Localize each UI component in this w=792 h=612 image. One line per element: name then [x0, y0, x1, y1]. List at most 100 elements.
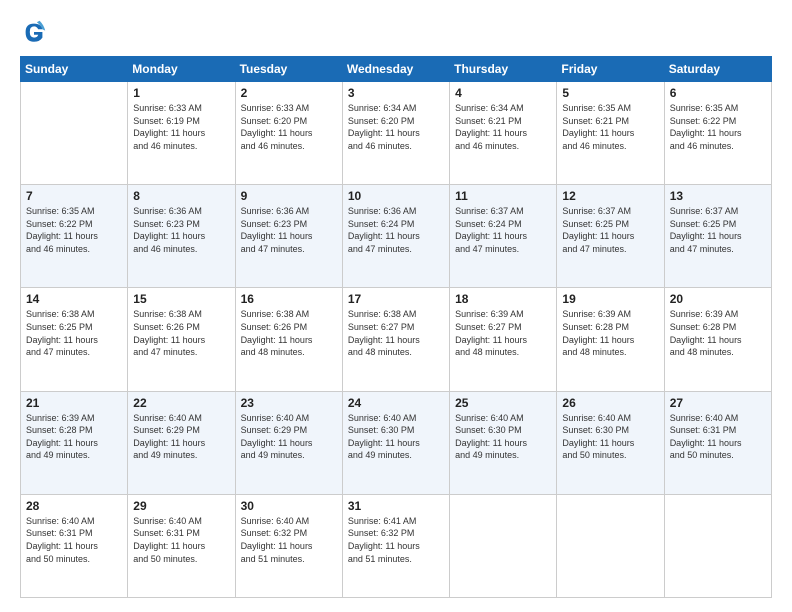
day-number: 21 — [26, 396, 122, 410]
day-number: 24 — [348, 396, 444, 410]
day-number: 10 — [348, 189, 444, 203]
day-number: 1 — [133, 86, 229, 100]
weekday-header-tuesday: Tuesday — [235, 57, 342, 82]
day-number: 25 — [455, 396, 551, 410]
calendar-cell: 30 Sunrise: 6:40 AM Sunset: 6:32 PM Dayli… — [235, 494, 342, 597]
week-row-2: 7Sunrise: 6:35 AM Sunset: 6:22 PM Daylig… — [21, 185, 772, 288]
calendar-cell: 4 Sunrise: 6:34 AM Sunset: 6:21 PM Daylig… — [450, 82, 557, 185]
day-number: 15 — [133, 292, 229, 306]
day-info: Sunrise: 6:38 AM Sunset: 6:27 PM Dayligh… — [348, 308, 444, 358]
weekday-header-sunday: Sunday — [21, 57, 128, 82]
weekday-header-thursday: Thursday — [450, 57, 557, 82]
day-info: Sunrise: 6:40 AM Sunset: 6:32 PM Dayligh… — [241, 515, 337, 565]
day-number: 4 — [455, 86, 551, 100]
calendar-cell: 25 Sunrise: 6:40 AM Sunset: 6:30 PM Dayli… — [450, 391, 557, 494]
day-info: Sunrise: 6:41 AM Sunset: 6:32 PM Dayligh… — [348, 515, 444, 565]
day-number: 9 — [241, 189, 337, 203]
calendar-cell: 18Sunrise: 6:39 AM Sunset: 6:27 PM Dayli… — [450, 288, 557, 391]
calendar-cell: 1Sunrise: 6:33 AM Sunset: 6:19 PM Daylig… — [128, 82, 235, 185]
calendar-cell: 6 Sunrise: 6:35 AM Sunset: 6:22 PM Daylig… — [664, 82, 771, 185]
calendar-cell: 3 Sunrise: 6:34 AM Sunset: 6:20 PM Daylig… — [342, 82, 449, 185]
calendar-cell: 28Sunrise: 6:40 AM Sunset: 6:31 PM Dayli… — [21, 494, 128, 597]
day-number: 30 — [241, 499, 337, 513]
day-info: Sunrise: 6:40 AM Sunset: 6:31 PM Dayligh… — [26, 515, 122, 565]
day-info: Sunrise: 6:36 AM Sunset: 6:23 PM Dayligh… — [133, 205, 229, 255]
day-number: 6 — [670, 86, 766, 100]
calendar-cell: 17 Sunrise: 6:38 AM Sunset: 6:27 PM Dayli… — [342, 288, 449, 391]
day-number: 29 — [133, 499, 229, 513]
calendar-cell: 10 Sunrise: 6:36 AM Sunset: 6:24 PM Dayli… — [342, 185, 449, 288]
calendar-cell: 16 Sunrise: 6:38 AM Sunset: 6:26 PM Dayli… — [235, 288, 342, 391]
day-info: Sunrise: 6:34 AM Sunset: 6:20 PM Dayligh… — [348, 102, 444, 152]
day-info: Sunrise: 6:33 AM Sunset: 6:20 PM Dayligh… — [241, 102, 337, 152]
day-number: 13 — [670, 189, 766, 203]
day-number: 2 — [241, 86, 337, 100]
day-info: Sunrise: 6:40 AM Sunset: 6:31 PM Dayligh… — [133, 515, 229, 565]
day-number: 8 — [133, 189, 229, 203]
day-number: 26 — [562, 396, 658, 410]
day-number: 31 — [348, 499, 444, 513]
day-info: Sunrise: 6:37 AM Sunset: 6:24 PM Dayligh… — [455, 205, 551, 255]
calendar-cell: 22 Sunrise: 6:40 AM Sunset: 6:29 PM Dayli… — [128, 391, 235, 494]
calendar-cell: 31 Sunrise: 6:41 AM Sunset: 6:32 PM Dayli… — [342, 494, 449, 597]
day-number: 7 — [26, 189, 122, 203]
day-number: 16 — [241, 292, 337, 306]
day-info: Sunrise: 6:35 AM Sunset: 6:22 PM Dayligh… — [670, 102, 766, 152]
day-info: Sunrise: 6:40 AM Sunset: 6:29 PM Dayligh… — [133, 412, 229, 462]
day-info: Sunrise: 6:38 AM Sunset: 6:26 PM Dayligh… — [241, 308, 337, 358]
day-info: Sunrise: 6:34 AM Sunset: 6:21 PM Dayligh… — [455, 102, 551, 152]
calendar-cell — [450, 494, 557, 597]
day-number: 27 — [670, 396, 766, 410]
calendar-cell: 14Sunrise: 6:38 AM Sunset: 6:25 PM Dayli… — [21, 288, 128, 391]
calendar-cell: 23Sunrise: 6:40 AM Sunset: 6:29 PM Dayli… — [235, 391, 342, 494]
week-row-4: 21 Sunrise: 6:39 AM Sunset: 6:28 PM Dayli… — [21, 391, 772, 494]
day-number: 17 — [348, 292, 444, 306]
weekday-header-wednesday: Wednesday — [342, 57, 449, 82]
day-number: 12 — [562, 189, 658, 203]
calendar-cell — [557, 494, 664, 597]
day-number: 20 — [670, 292, 766, 306]
day-info: Sunrise: 6:37 AM Sunset: 6:25 PM Dayligh… — [670, 205, 766, 255]
calendar-cell: 11Sunrise: 6:37 AM Sunset: 6:24 PM Dayli… — [450, 185, 557, 288]
logo — [20, 18, 52, 46]
calendar-cell — [664, 494, 771, 597]
calendar-cell: 19 Sunrise: 6:39 AM Sunset: 6:28 PM Dayli… — [557, 288, 664, 391]
day-number: 22 — [133, 396, 229, 410]
day-info: Sunrise: 6:36 AM Sunset: 6:23 PM Dayligh… — [241, 205, 337, 255]
calendar-table: SundayMondayTuesdayWednesdayThursdayFrid… — [20, 56, 772, 598]
day-info: Sunrise: 6:39 AM Sunset: 6:28 PM Dayligh… — [670, 308, 766, 358]
calendar-cell: 15 Sunrise: 6:38 AM Sunset: 6:26 PM Dayli… — [128, 288, 235, 391]
page: SundayMondayTuesdayWednesdayThursdayFrid… — [0, 0, 792, 612]
day-info: Sunrise: 6:39 AM Sunset: 6:27 PM Dayligh… — [455, 308, 551, 358]
calendar-cell: 8 Sunrise: 6:36 AM Sunset: 6:23 PM Daylig… — [128, 185, 235, 288]
day-number: 5 — [562, 86, 658, 100]
calendar-cell: 12Sunrise: 6:37 AM Sunset: 6:25 PM Dayli… — [557, 185, 664, 288]
calendar-cell — [21, 82, 128, 185]
week-row-5: 28Sunrise: 6:40 AM Sunset: 6:31 PM Dayli… — [21, 494, 772, 597]
day-info: Sunrise: 6:36 AM Sunset: 6:24 PM Dayligh… — [348, 205, 444, 255]
logo-icon — [20, 18, 48, 46]
weekday-header-row: SundayMondayTuesdayWednesdayThursdayFrid… — [21, 57, 772, 82]
day-info: Sunrise: 6:39 AM Sunset: 6:28 PM Dayligh… — [26, 412, 122, 462]
day-info: Sunrise: 6:40 AM Sunset: 6:30 PM Dayligh… — [562, 412, 658, 462]
day-info: Sunrise: 6:40 AM Sunset: 6:30 PM Dayligh… — [455, 412, 551, 462]
calendar-cell: 9 Sunrise: 6:36 AM Sunset: 6:23 PM Daylig… — [235, 185, 342, 288]
day-number: 19 — [562, 292, 658, 306]
weekday-header-saturday: Saturday — [664, 57, 771, 82]
calendar-cell: 13 Sunrise: 6:37 AM Sunset: 6:25 PM Dayli… — [664, 185, 771, 288]
weekday-header-monday: Monday — [128, 57, 235, 82]
calendar-cell: 27Sunrise: 6:40 AM Sunset: 6:31 PM Dayli… — [664, 391, 771, 494]
week-row-1: 1Sunrise: 6:33 AM Sunset: 6:19 PM Daylig… — [21, 82, 772, 185]
day-number: 3 — [348, 86, 444, 100]
week-row-3: 14Sunrise: 6:38 AM Sunset: 6:25 PM Dayli… — [21, 288, 772, 391]
header — [20, 18, 772, 46]
calendar-cell: 2 Sunrise: 6:33 AM Sunset: 6:20 PM Daylig… — [235, 82, 342, 185]
calendar-cell: 24Sunrise: 6:40 AM Sunset: 6:30 PM Dayli… — [342, 391, 449, 494]
day-info: Sunrise: 6:38 AM Sunset: 6:26 PM Dayligh… — [133, 308, 229, 358]
day-info: Sunrise: 6:35 AM Sunset: 6:21 PM Dayligh… — [562, 102, 658, 152]
calendar-cell: 7Sunrise: 6:35 AM Sunset: 6:22 PM Daylig… — [21, 185, 128, 288]
day-number: 14 — [26, 292, 122, 306]
day-info: Sunrise: 6:40 AM Sunset: 6:29 PM Dayligh… — [241, 412, 337, 462]
day-info: Sunrise: 6:39 AM Sunset: 6:28 PM Dayligh… — [562, 308, 658, 358]
calendar-cell: 5 Sunrise: 6:35 AM Sunset: 6:21 PM Daylig… — [557, 82, 664, 185]
